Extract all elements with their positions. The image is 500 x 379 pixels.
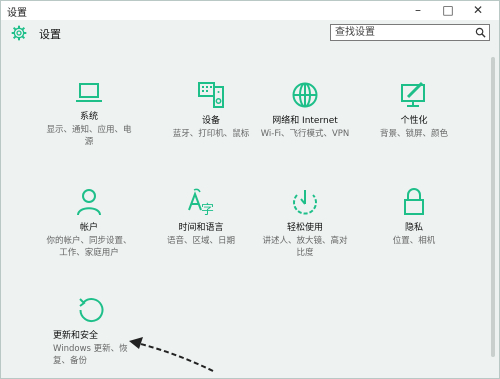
close-button[interactable]: ✕	[467, 1, 489, 20]
title-bar: 设置 – □ ✕	[1, 1, 499, 20]
tile-description: Wi-Fi、飞行模式、VPN	[255, 128, 355, 140]
tile-description-line: 位置、相机	[392, 236, 436, 246]
tile-devices[interactable]: 设备 蓝牙、打印机、鼠标	[161, 81, 261, 140]
tile-description-line: 源	[84, 137, 94, 147]
ease-of-access-icon	[293, 190, 317, 215]
minimize-button[interactable]: –	[407, 1, 429, 20]
tile-ease-of-access[interactable]: 轻松使用 讲述人、放大镜、高对 比度	[255, 188, 355, 259]
tile-description-line: 工作、家庭用户	[59, 248, 119, 258]
tile-description: 蓝牙、打印机、鼠标	[161, 128, 261, 140]
language-icon: 字	[188, 188, 214, 216]
tile-description-line: 比度	[296, 248, 314, 258]
tile-accounts[interactable]: 帐户 你的帐户、同步设置、 工作、家庭用户	[39, 188, 139, 259]
globe-icon	[292, 82, 318, 108]
tile-description-line: 语音、区域、日期	[166, 236, 235, 246]
tile-personalization[interactable]: 个性化 背景、锁屏、颜色	[364, 81, 464, 140]
tile-description: 位置、相机	[364, 235, 464, 247]
maximize-button[interactable]: □	[437, 1, 459, 20]
tile-description-line: 显示、通知、应用、电	[46, 125, 132, 135]
settings-window: 设置 – □ ✕ 设置 查找设置 系统 显示、通知、应用、电 源 设备 蓝牙、打…	[0, 0, 500, 379]
lock-icon	[404, 188, 424, 215]
tile-description: 背景、锁屏、颜色	[364, 128, 464, 140]
tile-description-line: 蓝牙、打印机、鼠标	[172, 129, 250, 139]
tile-label: 系统	[79, 112, 98, 122]
person-icon	[77, 189, 101, 216]
tile-description: 你的帐户、同步设置、 工作、家庭用户	[39, 235, 139, 259]
page-title: 设置	[39, 28, 61, 41]
search-placeholder: 查找设置	[335, 27, 375, 38]
tile-label: 时间和语言	[178, 223, 224, 233]
gear-icon	[11, 25, 27, 41]
tile-label: 网络和 Internet	[272, 116, 338, 126]
laptop-icon	[76, 83, 102, 102]
tile-description-line: 讲述人、放大镜、高对	[262, 236, 348, 246]
tile-description-line: 背景、锁屏、颜色	[379, 129, 448, 139]
tile-description-line: Wi-Fi、飞行模式、VPN	[260, 129, 350, 139]
devices-icon	[198, 82, 224, 108]
tile-label: 个性化	[400, 116, 428, 126]
tile-label: 轻松使用	[286, 223, 323, 233]
tile-time-language[interactable]: 字 时间和语言 语音、区域、日期	[151, 188, 251, 247]
tile-system[interactable]: 系统 显示、通知、应用、电 源	[39, 81, 139, 148]
scrollbar[interactable]	[491, 57, 495, 357]
tile-description: 语音、区域、日期	[151, 235, 251, 247]
svg-text:字: 字	[201, 203, 214, 216]
search-input[interactable]: 查找设置	[330, 24, 490, 41]
tile-label: 隐私	[404, 223, 423, 233]
tile-label: 设备	[201, 116, 220, 126]
tile-privacy[interactable]: 隐私 位置、相机	[364, 188, 464, 247]
window-title: 设置	[7, 8, 27, 19]
tile-label: 帐户	[79, 223, 98, 233]
search-icon[interactable]	[475, 27, 486, 38]
tile-description: 讲述人、放大镜、高对 比度	[255, 235, 355, 259]
annotation-arrow	[129, 337, 214, 372]
tile-network[interactable]: 网络和 Internet Wi-Fi、飞行模式、VPN	[255, 81, 355, 140]
personalization-icon	[401, 81, 425, 107]
tile-description: 显示、通知、应用、电 源	[39, 124, 139, 148]
tile-description-line: 你的帐户、同步设置、	[46, 236, 132, 246]
update-icon	[79, 298, 104, 323]
